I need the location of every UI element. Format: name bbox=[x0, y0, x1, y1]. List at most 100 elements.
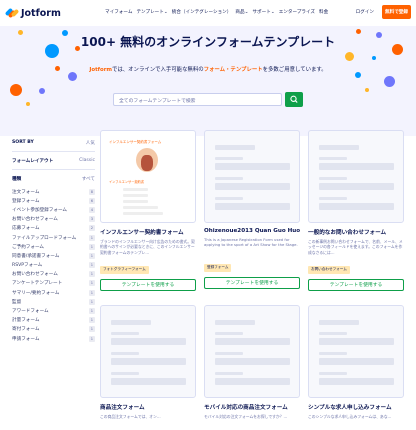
brand-name: Jotform bbox=[21, 7, 61, 19]
category-item[interactable]: ファイルアップロードフォーム 1 bbox=[12, 233, 95, 242]
category-item[interactable]: 注文フォーム 8 bbox=[12, 187, 95, 196]
preview-field bbox=[319, 157, 347, 160]
preview-field bbox=[215, 358, 290, 365]
preview-field bbox=[111, 358, 186, 365]
category-label: アワードフォーム bbox=[12, 309, 49, 315]
nav-products[interactable]: 商品⌄ bbox=[235, 9, 248, 15]
category-item[interactable]: 同意書/承諾書フォーム 1 bbox=[12, 251, 95, 260]
main-nav: マイフォーム テンプレート⌄ 統合（インテグレーション） 商品⌄ サポート⌄ エ… bbox=[105, 9, 328, 15]
category-label: 応募フォーム bbox=[12, 226, 40, 232]
template-preview bbox=[204, 130, 300, 223]
template-preview bbox=[100, 305, 196, 398]
template-description: モバイル対応の注文フォームをお探しですか？… bbox=[204, 414, 288, 419]
template-title[interactable]: 商品注文フォーム bbox=[100, 403, 196, 411]
category-item[interactable]: RSVPフォーム 1 bbox=[12, 261, 95, 270]
preview-field bbox=[215, 352, 243, 355]
decor-dot bbox=[26, 102, 30, 106]
template-description: この新事例お問い合わせフォームで、名前、メール、メッセージの各フィールドを使えま… bbox=[308, 239, 403, 255]
category-filter[interactable]: 種類 すべて bbox=[12, 173, 95, 184]
category-item[interactable]: 応募フォーム 2 bbox=[12, 224, 95, 233]
use-template-button[interactable]: テンプレートを使用する bbox=[100, 279, 196, 291]
category-count: 2 bbox=[88, 225, 95, 232]
template-card[interactable]: インフルエンサー契約書フォーム インフルエンサー契約書 インフルエンサー契約書フ… bbox=[100, 130, 196, 291]
signup-button[interactable]: 無料で登録 bbox=[382, 5, 411, 19]
decor-dot bbox=[39, 88, 45, 94]
preview-field bbox=[123, 206, 158, 209]
template-tag[interactable]: フォトグラフィーフォーム bbox=[100, 265, 149, 274]
jotform-logo-icon bbox=[4, 7, 20, 19]
template-search-input[interactable]: 全てのフォームテンプレートで検索 bbox=[113, 93, 282, 106]
preview-field bbox=[319, 378, 394, 385]
template-card[interactable]: 一般的なお問い合わせフォーム この新事例お問い合わせフォームで、名前、メール、メ… bbox=[308, 130, 404, 291]
category-item[interactable]: 監督 1 bbox=[12, 297, 95, 306]
nav-enterprise[interactable]: エンタープライズ bbox=[279, 9, 315, 15]
preview-field bbox=[111, 320, 151, 325]
category-count: 1 bbox=[88, 308, 95, 315]
nav-my-forms[interactable]: マイフォーム bbox=[105, 9, 132, 15]
preview-field bbox=[215, 157, 243, 160]
preview-field bbox=[319, 183, 394, 190]
nav-integrations[interactable]: 統合（インテグレーション） bbox=[172, 9, 232, 15]
decor-dot bbox=[18, 30, 23, 35]
login-link[interactable]: ログイン bbox=[356, 9, 374, 15]
template-card[interactable]: 商品注文フォーム この商品注文フォームでは、オン… bbox=[100, 305, 196, 430]
category-item[interactable]: お問い合わせフォーム 1 bbox=[12, 270, 95, 279]
template-title[interactable]: モバイル対応の商品注文フォーム bbox=[204, 403, 300, 411]
category-item[interactable]: 登録フォーム 6 bbox=[12, 196, 95, 205]
preview-title: インフルエンサー契約書フォーム bbox=[109, 140, 162, 144]
category-item[interactable]: アンケートテンプレート 1 bbox=[12, 279, 95, 288]
category-item[interactable]: サマリー/要約フォーム 1 bbox=[12, 288, 95, 297]
category-item[interactable]: アワードフォーム 1 bbox=[12, 306, 95, 315]
template-description: This is a Japanese Registration Form use… bbox=[204, 237, 298, 248]
preview-field bbox=[215, 320, 255, 325]
use-template-button[interactable]: テンプレートを使用する bbox=[308, 279, 404, 291]
template-description: この商品注文フォームでは、オン… bbox=[100, 414, 161, 419]
category-item[interactable]: お問い合わせフォーム 3 bbox=[12, 215, 95, 224]
decor-dot bbox=[345, 52, 354, 61]
jotform-logo[interactable]: Jotform bbox=[4, 7, 61, 19]
preview-field bbox=[111, 378, 186, 385]
category-item[interactable]: 申請フォーム 1 bbox=[12, 334, 95, 343]
decor-dot bbox=[392, 44, 403, 55]
preview-field bbox=[319, 320, 359, 325]
category-count: 1 bbox=[88, 252, 95, 259]
search-icon bbox=[290, 95, 298, 103]
preview-field bbox=[215, 177, 243, 180]
preview-field bbox=[319, 338, 394, 345]
template-card[interactable]: Ohizenoue2013 Quan Guo Huora… This is a … bbox=[204, 130, 300, 289]
search-button[interactable] bbox=[285, 92, 303, 107]
category-label: イベント参加登録フォーム bbox=[12, 207, 67, 213]
template-description: このシンプルな求人申し込みフォームは、あな… bbox=[308, 414, 392, 419]
template-title[interactable]: インフルエンサー契約書フォーム bbox=[100, 228, 196, 236]
template-preview: インフルエンサー契約書フォーム インフルエンサー契約書 bbox=[100, 130, 196, 223]
nav-pricing[interactable]: 料金 bbox=[319, 9, 328, 15]
template-tag[interactable]: 登録フォーム bbox=[204, 263, 232, 272]
category-count: 8 bbox=[88, 188, 95, 195]
template-card[interactable]: シンプルな求人申し込みフォーム このシンプルな求人申し込みフォームは、あな… bbox=[308, 305, 404, 430]
page-subtitle: Jotformでは、オンラインで入手可能な無料のフォーム・テンプレートを多数ご用… bbox=[89, 67, 327, 73]
decor-dot bbox=[372, 56, 376, 60]
sort-by-filter[interactable]: SORT BY 人気 bbox=[12, 137, 95, 148]
template-title[interactable]: 一般的なお問い合わせフォーム bbox=[308, 228, 404, 236]
category-label: 申請フォーム bbox=[12, 336, 40, 342]
template-title[interactable]: Ohizenoue2013 Quan Guo Huora… bbox=[204, 228, 300, 234]
category-item[interactable]: 計量フォーム 1 bbox=[12, 316, 95, 325]
nav-support[interactable]: サポート⌄ bbox=[252, 9, 274, 15]
template-tag[interactable]: お問い合わせフォーム bbox=[308, 265, 350, 274]
preview-field bbox=[215, 378, 290, 385]
category-count: 3 bbox=[88, 216, 95, 223]
form-layout-filter[interactable]: フォームレイアウト Classic bbox=[12, 155, 95, 166]
nav-templates[interactable]: テンプレート⌄ bbox=[136, 9, 167, 15]
category-item[interactable]: イベント参加登録フォーム 4 bbox=[12, 205, 95, 214]
category-item[interactable]: 寄付フォーム 1 bbox=[12, 325, 95, 334]
category-label: 登録フォーム bbox=[12, 198, 40, 204]
category-item[interactable]: ご予約フォーム 1 bbox=[12, 242, 95, 251]
preview-field bbox=[111, 352, 139, 355]
template-title[interactable]: シンプルな求人申し込みフォーム bbox=[308, 403, 404, 411]
category-label: RSVPフォーム bbox=[12, 263, 43, 269]
preview-field bbox=[319, 197, 347, 200]
template-card[interactable]: モバイル対応の商品注文フォーム モバイル対応の注文フォームをお探しですか？… bbox=[204, 305, 300, 430]
use-template-button[interactable]: テンプレートを使用する bbox=[204, 277, 300, 289]
preview-field bbox=[319, 145, 359, 150]
preview-field bbox=[215, 145, 255, 150]
